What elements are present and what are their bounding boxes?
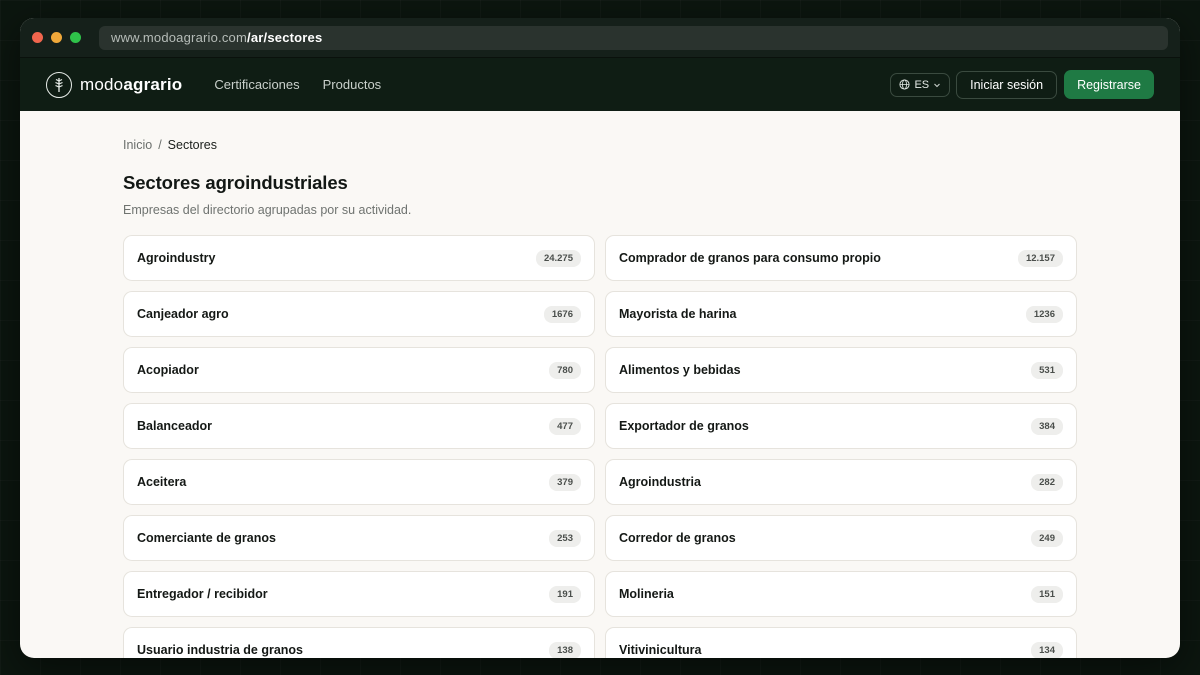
chevron-down-icon xyxy=(934,83,941,87)
sector-name: Molineria xyxy=(619,587,674,601)
sector-card[interactable]: Exportador de granos 384 xyxy=(605,403,1077,449)
sector-name: Balanceador xyxy=(137,419,213,433)
sector-count-badge: 253 xyxy=(549,529,581,547)
sector-count-badge: 780 xyxy=(549,361,581,379)
sector-name: Comprador de granos para consumo propio xyxy=(619,251,881,265)
breadcrumb-current: Sectores xyxy=(167,138,218,152)
sector-count-badge: 282 xyxy=(1031,473,1063,491)
sector-count-badge: 384 xyxy=(1031,417,1063,435)
breadcrumb-home[interactable]: Inicio xyxy=(123,138,152,152)
sector-name: Agroindustry xyxy=(137,251,216,265)
sector-card[interactable]: Comerciante de granos 253 xyxy=(123,515,595,561)
nav-link-certificaciones[interactable]: Certificaciones xyxy=(214,77,299,92)
sector-card[interactable]: Entregador / recibidor 191 xyxy=(123,571,595,617)
sectors-grid: Agroindustry 24.275 Comprador de granos p… xyxy=(123,235,1077,658)
sector-card[interactable]: Vitivinicultura 134 xyxy=(605,627,1077,658)
sector-card[interactable]: Usuario industria de granos 138 xyxy=(123,627,595,658)
language-label: ES xyxy=(914,78,930,91)
sector-name: Comerciante de granos xyxy=(137,531,276,545)
site-header: modoagrario Certificaciones Productos ES… xyxy=(20,58,1180,111)
page-title: Sectores agroindustriales xyxy=(123,172,348,193)
sector-name: Agroindustria xyxy=(619,475,701,489)
sector-count-badge: 249 xyxy=(1031,529,1063,547)
url-path: /ar/sectores xyxy=(247,30,323,45)
main-content: Inicio / Sectores Sectores agroindustria… xyxy=(20,138,1180,658)
sector-count-badge: 138 xyxy=(549,641,581,658)
sector-name: Corredor de granos xyxy=(619,531,736,545)
logo-text: modoagrario xyxy=(80,74,183,94)
sector-card[interactable]: Agroindustria 282 xyxy=(605,459,1077,505)
sector-count-badge: 477 xyxy=(549,417,581,435)
sector-name: Exportador de granos xyxy=(619,419,749,433)
sector-name: Vitivinicultura xyxy=(619,643,702,657)
browser-window: www.modoagrario.com/ar/sectores modoagra… xyxy=(20,18,1180,658)
sector-count-badge: 191 xyxy=(549,585,581,603)
sector-name: Acopiador xyxy=(137,363,199,377)
language-selector[interactable]: ES xyxy=(890,72,951,97)
sector-name: Entregador / recibidor xyxy=(137,587,268,601)
logo[interactable]: modoagrario xyxy=(46,71,183,98)
url-host: www.modoagrario.com xyxy=(111,30,248,45)
register-button[interactable]: Registrarse xyxy=(1064,70,1154,99)
wheat-icon xyxy=(46,71,72,98)
sector-count-badge: 151 xyxy=(1031,585,1063,603)
sector-card[interactable]: Comprador de granos para consumo propio 1… xyxy=(605,235,1077,281)
sector-name: Usuario industria de granos xyxy=(137,643,304,657)
sector-card[interactable]: Agroindustry 24.275 xyxy=(123,235,595,281)
sector-count-badge: 24.275 xyxy=(535,249,581,267)
breadcrumb: Inicio / Sectores xyxy=(123,138,1077,152)
maximize-window-button[interactable] xyxy=(70,32,81,43)
sector-card[interactable]: Aceitera 379 xyxy=(123,459,595,505)
globe-icon xyxy=(899,79,910,90)
close-window-button[interactable] xyxy=(32,32,43,43)
sector-count-badge: 531 xyxy=(1031,361,1063,379)
breadcrumb-separator: / xyxy=(158,138,162,152)
browser-titlebar: www.modoagrario.com/ar/sectores xyxy=(20,18,1180,58)
sector-count-badge: 379 xyxy=(549,473,581,491)
sector-card[interactable]: Alimentos y bebidas 531 xyxy=(605,347,1077,393)
window-controls xyxy=(32,32,81,43)
nav-link-productos[interactable]: Productos xyxy=(323,77,382,92)
sector-name: Canjeador agro xyxy=(137,307,229,321)
login-button[interactable]: Iniciar sesión xyxy=(956,70,1058,99)
address-bar[interactable]: www.modoagrario.com/ar/sectores xyxy=(99,25,1168,50)
sector-count-badge: 1236 xyxy=(1025,305,1063,323)
sector-count-badge: 12.157 xyxy=(1017,249,1063,267)
sector-name: Mayorista de harina xyxy=(619,307,737,321)
sector-name: Aceitera xyxy=(137,475,187,489)
sector-card[interactable]: Balanceador 477 xyxy=(123,403,595,449)
sector-name: Alimentos y bebidas xyxy=(619,363,741,377)
sector-card[interactable]: Corredor de granos 249 xyxy=(605,515,1077,561)
sector-card[interactable]: Acopiador 780 xyxy=(123,347,595,393)
sector-count-badge: 1676 xyxy=(543,305,581,323)
sector-card[interactable]: Canjeador agro 1676 xyxy=(123,291,595,337)
page-subtitle: Empresas del directorio agrupadas por su… xyxy=(123,203,412,217)
sector-card[interactable]: Mayorista de harina 1236 xyxy=(605,291,1077,337)
sector-count-badge: 134 xyxy=(1031,641,1063,658)
minimize-window-button[interactable] xyxy=(51,32,62,43)
sector-card[interactable]: Molineria 151 xyxy=(605,571,1077,617)
